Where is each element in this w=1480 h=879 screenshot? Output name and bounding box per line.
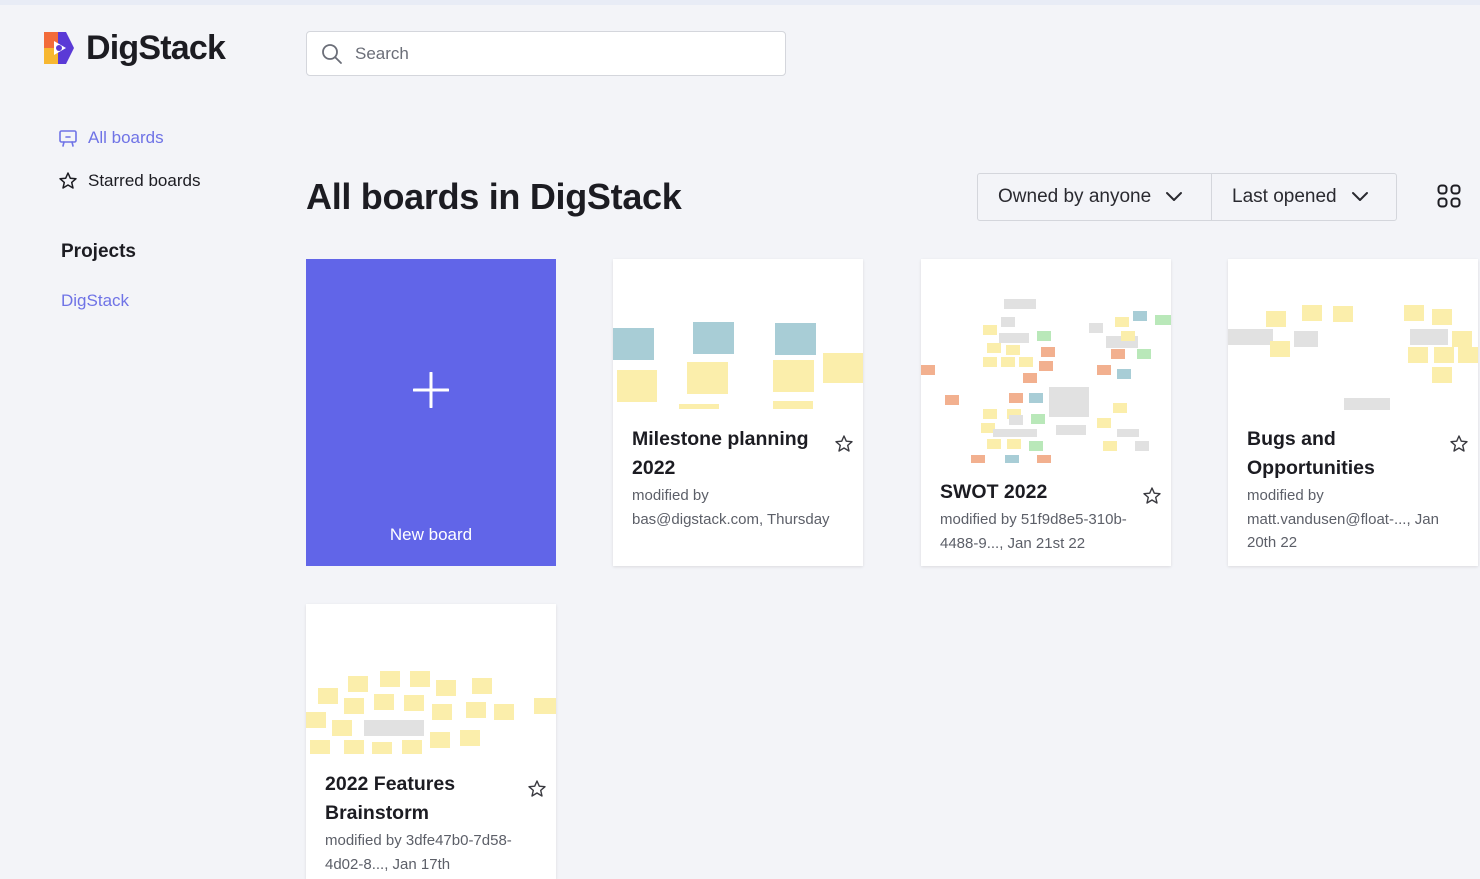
sidebar-item-starred-boards[interactable]: Starred boards [58, 171, 200, 191]
board-title: SWOT 2022 [940, 481, 1048, 503]
sort-value: Last opened [1232, 186, 1337, 207]
search-bar[interactable] [306, 31, 786, 76]
board-card[interactable]: Milestone planning 2022 modified by bas@… [613, 259, 863, 566]
star-icon[interactable] [834, 434, 854, 454]
star-icon [59, 172, 77, 189]
new-board-label: New board [389, 525, 473, 544]
sidebar-item-label: All boards [88, 128, 164, 147]
plus-icon [413, 372, 449, 408]
owner-filter-value: Owned by anyone [998, 186, 1152, 207]
projects-heading: Projects [61, 241, 136, 262]
filter-group: Owned by anyone Last opened [977, 173, 1397, 221]
board-modified-info: modified by 51f9d8e5-310b-4488-9..., Jan… [940, 511, 1127, 552]
star-icon[interactable] [527, 779, 547, 799]
board-title: Bugs and Opportunities [1247, 428, 1375, 479]
board-title: 2022 Features Brainstorm [325, 773, 456, 824]
sort-dropdown[interactable]: Last opened [1212, 174, 1396, 220]
owner-filter-dropdown[interactable]: Owned by anyone [978, 174, 1212, 220]
page-title: All boards in DigStack [306, 176, 682, 217]
board-info: SWOT 2022 modified by 51f9d8e5-310b-4488… [940, 478, 1157, 555]
board-preview-thumbnail [613, 322, 863, 409]
sidebar: DigStack All boards Starred boards Proje… [0, 0, 290, 879]
board-preview-thumbnail [921, 299, 1171, 463]
sidebar-item-label: Starred boards [88, 171, 201, 190]
board-info: Bugs and Opportunities modified by matt.… [1247, 425, 1464, 555]
chevron-down-icon [1351, 192, 1368, 201]
board-info: 2022 Features Brainstorm modified by 3df… [325, 770, 542, 876]
board-title: Milestone planning 2022 [632, 428, 809, 479]
grid-icon[interactable] [1437, 184, 1461, 208]
board-card[interactable]: Bugs and Opportunities modified by matt.… [1228, 259, 1478, 566]
app-name: DigStack [86, 28, 226, 67]
chevron-down-icon [1166, 192, 1183, 201]
search-input[interactable] [355, 43, 775, 64]
star-icon[interactable] [1142, 486, 1162, 506]
board-card[interactable]: SWOT 2022 modified by 51f9d8e5-310b-4488… [921, 259, 1171, 566]
sidebar-item-all-boards[interactable]: All boards [58, 128, 164, 148]
board-info: Milestone planning 2022 modified by bas@… [632, 425, 849, 531]
new-board-button[interactable]: New board [306, 259, 556, 566]
board-modified-info: modified by bas@digstack.com, Thursday [632, 487, 830, 528]
board-icon [59, 130, 77, 147]
board-preview-thumbnail [306, 671, 556, 754]
search-icon [322, 43, 342, 64]
sidebar-item-project-digstack[interactable]: DigStack [61, 291, 129, 311]
digstack-logo-icon [44, 32, 74, 64]
board-preview-thumbnail [1228, 305, 1478, 410]
star-icon[interactable] [1449, 434, 1469, 454]
board-card[interactable]: 2022 Features Brainstorm modified by 3df… [306, 604, 556, 879]
app-logo[interactable]: DigStack [40, 28, 226, 68]
board-modified-info: modified by 3dfe47b0-7d58-4d02-8..., Jan… [325, 832, 512, 873]
board-modified-info: modified by matt.vandusen@float-..., Jan… [1247, 487, 1439, 551]
